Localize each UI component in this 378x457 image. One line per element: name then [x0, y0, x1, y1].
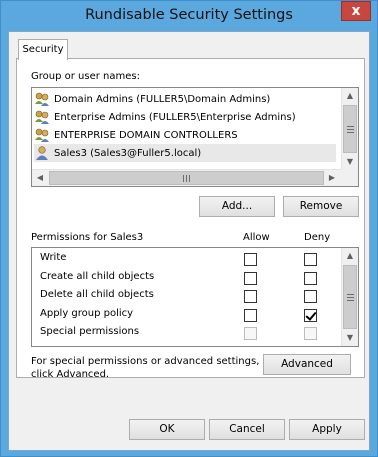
allow-checkbox [244, 327, 257, 340]
perm-scroll-up-arrow-icon[interactable]: ▲ [342, 248, 358, 264]
group-users-icon [34, 109, 54, 125]
scrollbar-corner [341, 169, 358, 186]
allow-column-header: Allow [243, 232, 270, 243]
dialog-client-area: Security Group or user names: Domain Adm… [8, 31, 370, 451]
permission-name: Delete all child objects [40, 289, 154, 300]
add-button[interactable]: Add... [199, 196, 275, 217]
perm-scroll-thumb[interactable] [343, 265, 357, 329]
group-list-horizontal-scrollbar[interactable]: ◀ ▶ [32, 169, 341, 186]
advanced-note: For special permissions or advanced sett… [31, 356, 260, 380]
group-list-item[interactable]: ENTERPRISE DOMAIN CONTROLLERS [34, 126, 336, 144]
permission-row: Apply group policy [32, 306, 342, 324]
group-list-item[interactable]: Sales3 (Sales3@Fuller5.local) [34, 144, 336, 162]
horizontal-scroll-thumb[interactable] [49, 171, 324, 185]
group-users-icon [34, 127, 54, 143]
perm-scroll-down-arrow-icon[interactable]: ▼ [342, 330, 358, 346]
permission-row: Special permissions [32, 324, 342, 342]
permission-name: Write [40, 252, 67, 263]
permission-row: Delete all child objects [32, 287, 342, 305]
ok-button[interactable]: OK [129, 419, 205, 440]
scroll-up-arrow-icon[interactable]: ▲ [342, 88, 358, 104]
advanced-button[interactable]: Advanced [263, 354, 351, 375]
group-names-label: Group or user names: [31, 71, 140, 82]
group-list-item[interactable]: Domain Admins (FULLER5\Domain Admins) [34, 90, 336, 108]
group-list-vertical-scrollbar[interactable]: ▲ ▼ [341, 88, 358, 170]
apply-button[interactable]: Apply [289, 419, 365, 440]
scroll-down-arrow-icon[interactable]: ▼ [342, 154, 358, 170]
tab-security[interactable]: Security [18, 39, 68, 60]
remove-button[interactable]: Remove [283, 196, 359, 217]
close-button[interactable]: x [341, 1, 371, 21]
group-list-item[interactable]: Enterprise Admins (FULLER5\Enterprise Ad… [34, 108, 336, 126]
dialog-window: Rundisable Security Settings x Security … [0, 0, 378, 457]
permission-row: Create all child objects [32, 269, 342, 287]
security-tab-panel: Group or user names: Domain Admins (FULL… [16, 58, 365, 380]
permissions-vertical-scrollbar[interactable]: ▲ ▼ [341, 248, 358, 346]
scroll-left-arrow-icon[interactable]: ◀ [32, 170, 48, 186]
group-users-icon [34, 91, 54, 107]
allow-checkbox[interactable] [244, 271, 257, 285]
single-user-icon [34, 145, 54, 161]
allow-checkbox[interactable] [244, 253, 257, 266]
permission-name: Special permissions [40, 326, 140, 337]
permission-name: Apply group policy [40, 307, 134, 319]
window-title: Rundisable Security Settings [85, 7, 293, 23]
deny-checkbox[interactable] [304, 308, 317, 322]
deny-checkbox[interactable] [304, 290, 317, 303]
group-list-item-label: Enterprise Admins (FULLER5\Enterprise Ad… [54, 111, 296, 123]
scroll-thumb[interactable] [343, 105, 357, 153]
deny-checkbox [304, 327, 317, 340]
deny-checkbox[interactable] [304, 253, 317, 266]
group-list-item-label: Domain Admins (FULLER5\Domain Admins) [54, 93, 271, 105]
deny-column-header: Deny [304, 232, 331, 243]
scroll-right-arrow-icon[interactable]: ▶ [324, 170, 340, 186]
permissions-list[interactable]: Write Create all child objects Delete all … [31, 247, 359, 347]
permissions-for-label: Permissions for Sales3 [31, 232, 144, 243]
group-user-listbox[interactable]: Domain Admins (FULLER5\Domain Admins) Ent… [31, 87, 359, 187]
group-list-item-label: ENTERPRISE DOMAIN CONTROLLERS [54, 129, 238, 141]
title-bar[interactable]: Rundisable Security Settings x [1, 1, 377, 31]
permission-name: Create all child objects [40, 270, 155, 282]
allow-checkbox[interactable] [244, 308, 257, 322]
permission-row: Write [32, 250, 342, 268]
cancel-button[interactable]: Cancel [209, 419, 285, 440]
deny-checkbox[interactable] [304, 271, 317, 285]
allow-checkbox[interactable] [244, 290, 257, 303]
group-list-item-label: Sales3 (Sales3@Fuller5.local) [54, 147, 202, 159]
